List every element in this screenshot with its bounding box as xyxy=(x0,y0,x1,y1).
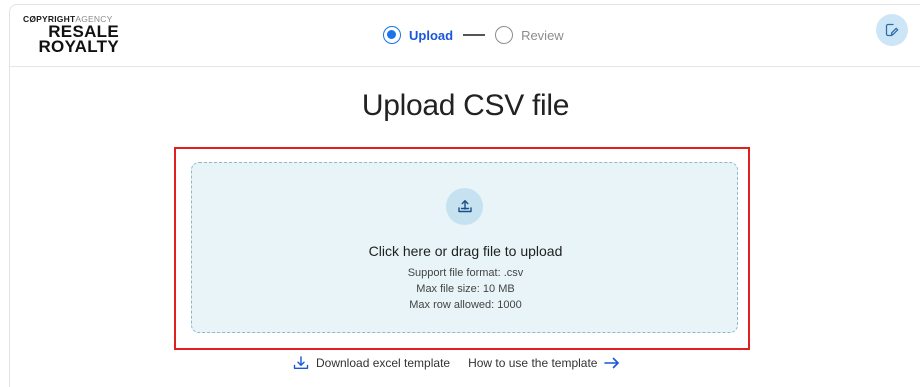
brand-logo: CØPYRIGHTAGENCY RESALE ROYALTY xyxy=(23,14,133,64)
upload-icon-circle xyxy=(446,188,483,225)
step-upload-radio-icon xyxy=(383,26,401,44)
arrow-right-icon xyxy=(604,357,620,369)
app-frame: CØPYRIGHTAGENCY RESALE ROYALTY Upload Re… xyxy=(9,4,920,387)
download-template-label: Download excel template xyxy=(316,356,451,370)
brand-logo-line3: ROYALTY xyxy=(38,37,119,56)
download-template-link[interactable]: Download excel template xyxy=(292,355,450,371)
step-upload-label: Upload xyxy=(409,27,454,43)
upload-tray-icon xyxy=(457,199,472,212)
edit-button[interactable] xyxy=(876,14,908,46)
step-connector xyxy=(463,34,486,36)
edit-pencil-icon xyxy=(885,23,899,37)
download-icon xyxy=(293,356,309,369)
step-review-label: Review xyxy=(521,27,564,43)
dropzone-max-size-text: Max file size: 10 MB xyxy=(416,283,515,295)
dropzone-max-rows-text: Max row allowed: 1000 xyxy=(409,299,522,311)
dropzone-title: Click here or drag file to upload xyxy=(368,243,563,259)
progress-stepper: Upload Review xyxy=(383,24,564,46)
how-to-use-template-label: How to use the template xyxy=(468,356,598,370)
dropzone-format-text: Support file format: .csv xyxy=(407,267,524,279)
step-review-radio-icon xyxy=(495,26,514,44)
header-bar: CØPYRIGHTAGENCY RESALE ROYALTY Upload Re… xyxy=(10,5,920,67)
how-to-use-template-link[interactable]: How to use the template xyxy=(468,356,621,370)
template-links: Download excel template How to use the t… xyxy=(292,353,621,373)
file-dropzone[interactable]: Click here or drag file to upload Suppor… xyxy=(191,162,738,333)
page-title: Upload CSV file xyxy=(361,89,570,122)
